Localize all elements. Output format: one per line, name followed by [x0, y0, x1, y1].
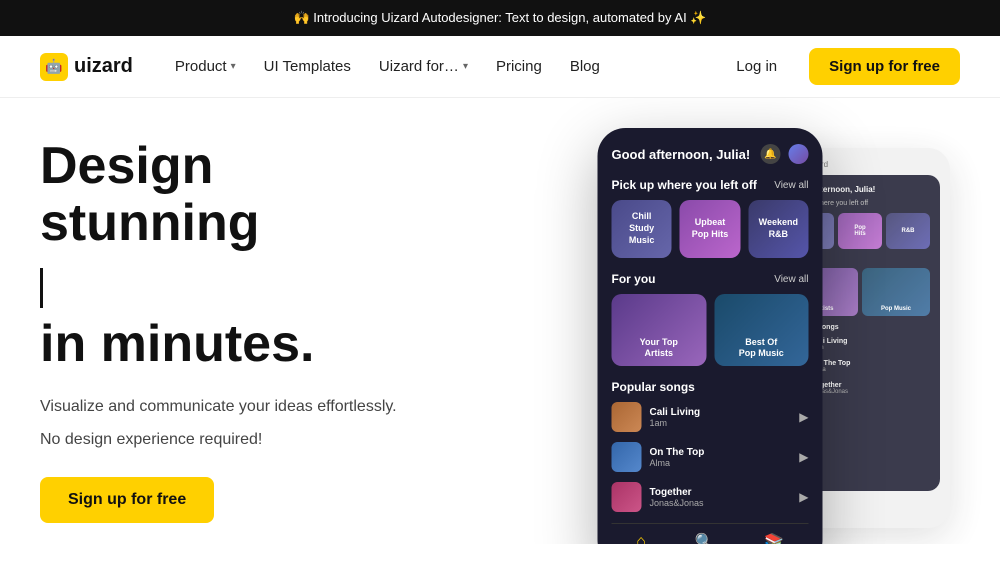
song-artist-2: Alma	[650, 458, 792, 468]
secondary-song-name-1: Cali Living	[812, 338, 930, 345]
hero-heading-line1: Design	[40, 137, 213, 195]
hero-heading: Design stunning	[40, 138, 460, 252]
pick-up-title: Pick up where you left off	[612, 178, 757, 192]
secondary-song-info-1: Cali Living 1am	[812, 338, 930, 351]
phone-main: Good afternoon, Julia! 🔔 Pick up where y…	[598, 128, 823, 544]
chevron-down-icon: ▾	[231, 61, 236, 72]
chevron-down-icon-2: ▾	[463, 61, 468, 72]
music-cards: ChillStudy Music UpbeatPop Hits WeekendR…	[612, 200, 809, 258]
phone-navbar: ⌂ 🔍 📚	[612, 523, 809, 544]
bell-icon: 🔔	[761, 144, 781, 164]
signup-button[interactable]: Sign up for free	[809, 48, 960, 85]
nav-blog[interactable]: Blog	[558, 52, 612, 81]
hero-visuals: 4. Dashboard Good afternoon, Julia! Pick…	[460, 128, 960, 544]
song-name-3: Together	[650, 487, 792, 498]
song-info-1: Cali Living 1am	[650, 407, 792, 428]
phone-nav-library-icon[interactable]: 📚	[764, 532, 784, 544]
nav-links: Product ▾ UI Templates Uizard for… ▾ Pri…	[163, 52, 720, 81]
nav-templates-label: UI Templates	[264, 58, 351, 75]
hero-heading-line3: in minutes.	[40, 316, 460, 373]
song-thumb-3	[612, 482, 642, 512]
song-name-1: Cali Living	[650, 407, 792, 418]
song-artist-1: 1am	[650, 418, 792, 428]
for-you-section-header: For you View all	[612, 272, 809, 286]
nav-product[interactable]: Product ▾	[163, 52, 248, 81]
secondary-card-weekend: R&B	[886, 213, 930, 249]
fy-card-artists-label: Your TopArtists	[640, 337, 678, 360]
logo[interactable]: 🤖 uizard	[40, 53, 133, 81]
fy-card-pop[interactable]: Best OfPop Music	[714, 294, 809, 366]
phone-header-icons: 🔔	[761, 144, 809, 164]
nav-templates[interactable]: UI Templates	[252, 52, 363, 81]
secondary-pop-card: Pop Music	[862, 268, 930, 316]
logo-text: uizard	[74, 55, 133, 78]
song-info-2: On The Top Alma	[650, 447, 792, 468]
phone-header: Good afternoon, Julia! 🔔	[612, 144, 809, 164]
phone-screen: Good afternoon, Julia! 🔔 Pick up where y…	[598, 128, 823, 544]
music-card-upbeat-label: UpbeatPop Hits	[692, 217, 729, 240]
login-label: Log in	[736, 58, 777, 75]
hero-heading-line2: stunning	[40, 194, 260, 252]
hero-signup-label: Sign up for free	[68, 491, 186, 508]
announcement-banner: 🙌 Introducing Uizard Autodesigner: Text …	[0, 0, 1000, 36]
nav-uizard-for[interactable]: Uizard for… ▾	[367, 52, 480, 81]
music-card-weekend-label: WeekendR&B	[759, 217, 798, 240]
for-you-view-all: View all	[774, 274, 808, 285]
for-you-title: For you	[612, 272, 656, 286]
secondary-song-info-2: On The Top Alma	[812, 360, 930, 373]
hero-section: Design stunning in minutes. Visualize an…	[0, 98, 1000, 544]
logo-icon: 🤖	[40, 53, 68, 81]
song-artist-3: Jonas&Jonas	[650, 498, 792, 508]
play-button-3[interactable]: ▶	[799, 490, 808, 504]
secondary-song-artist-3: Jonas&Jonas	[812, 389, 930, 395]
hero-subtext-1: Visualize and communicate your ideas eff…	[40, 394, 460, 420]
song-name-2: On The Top	[650, 447, 792, 458]
signup-label: Sign up for free	[829, 58, 940, 75]
phone-greeting: Good afternoon, Julia!	[612, 147, 751, 162]
nav-uizard-for-label: Uizard for…	[379, 58, 459, 75]
music-card-chill-label: ChillStudy Music	[618, 211, 666, 246]
login-button[interactable]: Log in	[720, 50, 793, 83]
song-info-3: Together Jonas&Jonas	[650, 487, 792, 508]
song-thumb-2	[612, 442, 642, 472]
nav-product-label: Product	[175, 58, 227, 75]
music-card-chill[interactable]: ChillStudy Music	[612, 200, 672, 258]
phone-nav-home-icon[interactable]: ⌂	[636, 533, 646, 544]
nav-pricing[interactable]: Pricing	[484, 52, 554, 81]
secondary-song-name-3: Together	[812, 382, 930, 389]
phone-nav-search-icon[interactable]: 🔍	[695, 532, 715, 544]
hero-subtext-2: No design experience required!	[40, 431, 460, 449]
secondary-song-artist-1: 1am	[812, 345, 930, 351]
play-button-2[interactable]: ▶	[799, 450, 808, 464]
song-row-1[interactable]: Cali Living 1am ▶	[612, 402, 809, 432]
nav-pricing-label: Pricing	[496, 58, 542, 75]
secondary-card-upbeat: PopHits	[838, 213, 882, 249]
secondary-song-info-3: Together Jonas&Jonas	[812, 382, 930, 395]
secondary-song-artist-2: Alma	[812, 367, 930, 373]
song-thumb-1	[612, 402, 642, 432]
hero-text: Design stunning in minutes. Visualize an…	[40, 128, 460, 544]
for-you-cards: Your TopArtists Best OfPop Music	[612, 294, 809, 366]
fy-card-pop-label: Best OfPop Music	[739, 337, 784, 360]
play-button-1[interactable]: ▶	[799, 410, 808, 424]
pick-up-view-all: View all	[774, 180, 808, 191]
music-card-weekend[interactable]: WeekendR&B	[748, 200, 808, 258]
popular-songs-title: Popular songs	[612, 380, 809, 394]
song-row-2[interactable]: On The Top Alma ▶	[612, 442, 809, 472]
nav-right: Log in Sign up for free	[720, 48, 960, 85]
fy-card-artists[interactable]: Your TopArtists	[612, 294, 707, 366]
secondary-song-name-2: On The Top	[812, 360, 930, 367]
navbar: 🤖 uizard Product ▾ UI Templates Uizard f…	[0, 36, 1000, 98]
nav-blog-label: Blog	[570, 58, 600, 75]
hero-divider	[40, 268, 43, 308]
avatar-icon	[789, 144, 809, 164]
pick-up-section-header: Pick up where you left off View all	[612, 178, 809, 192]
music-card-upbeat[interactable]: UpbeatPop Hits	[680, 200, 740, 258]
banner-text: 🙌 Introducing Uizard Autodesigner: Text …	[294, 10, 707, 25]
song-row-3[interactable]: Together Jonas&Jonas ▶	[612, 482, 809, 512]
hero-signup-button[interactable]: Sign up for free	[40, 477, 214, 523]
